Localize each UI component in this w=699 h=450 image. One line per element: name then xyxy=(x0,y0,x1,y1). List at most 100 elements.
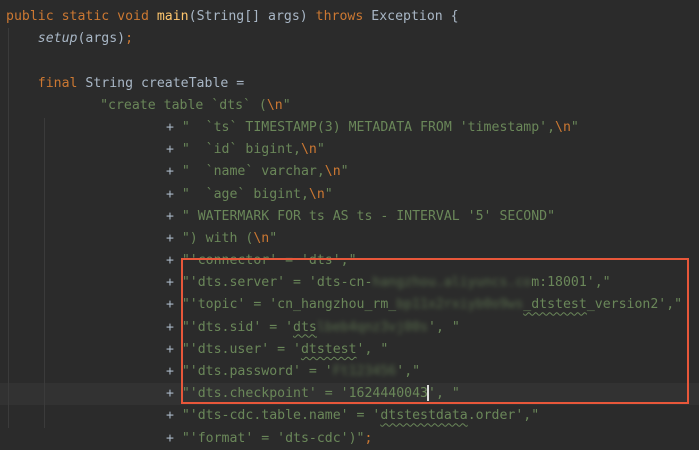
code-token: " xyxy=(316,142,325,158)
redacted-token: bp11x2rxiyb0o9ws xyxy=(396,297,524,313)
code-line[interactable]: + "'topic' = 'cn_hangzhou_rm_bp11x2rxiyb… xyxy=(0,294,699,316)
code-line[interactable]: + " `id` bigint,\n" xyxy=(0,139,699,161)
code-token: + xyxy=(165,430,182,446)
code-token: \n xyxy=(308,186,325,202)
code-token: main xyxy=(156,9,189,24)
code-token: "'connector' = 'dts'," xyxy=(181,253,357,269)
code-token: ', " xyxy=(428,319,460,335)
code-token: + xyxy=(165,142,182,158)
code-token: ; xyxy=(364,430,373,446)
code-token: final xyxy=(37,75,86,91)
code-line[interactable]: + ") with (\n" xyxy=(0,228,699,250)
indent-guide xyxy=(8,28,9,428)
code-token: " xyxy=(282,97,291,113)
code-token: _dtstest xyxy=(523,297,587,313)
code-token: " xyxy=(269,230,278,246)
code-line[interactable]: + "'dts.server' = 'dts-cn-hangzhou.aliyu… xyxy=(0,272,699,294)
code-token: (String[] args) xyxy=(188,9,316,24)
code-token: " xyxy=(340,164,349,180)
code-line[interactable]: + "'dts-cdc.table.name' = 'dtstestdata.o… xyxy=(0,405,699,427)
code-token: + xyxy=(165,341,182,357)
code-token: _version2'," xyxy=(586,297,683,313)
code-token: ', " xyxy=(428,386,460,402)
code-token: m:18001'," xyxy=(531,275,611,291)
code-token: + xyxy=(165,186,182,202)
code-line[interactable]: + "'dts.password' = 'Ft123456'," xyxy=(0,361,699,383)
code-token: ; xyxy=(125,31,134,47)
code-token: "'dts.sid' = ' xyxy=(181,319,294,335)
code-token: + xyxy=(165,253,182,269)
code-line[interactable]: public static void main(String[] args) t… xyxy=(0,6,699,28)
code-token: \n xyxy=(324,164,341,180)
code-token: + xyxy=(165,386,182,402)
code-token: + xyxy=(165,164,182,180)
redacted-token: hangzhou.aliyuncs.co xyxy=(372,275,532,291)
code-token: "'format' = 'dts-cdc')" xyxy=(181,430,365,446)
code-token: "create table `dts` ( xyxy=(100,97,267,113)
code-line[interactable]: + "'dts.sid' = 'dtslbeb4qnz3vj00s', " xyxy=(0,317,699,339)
code-token: " `name` varchar, xyxy=(181,164,325,180)
code-token: "'dts.checkpoint' = '1624440043 xyxy=(181,386,428,402)
code-token: dtstest xyxy=(300,341,357,357)
redacted-token: Ft123456 xyxy=(332,364,397,379)
code-token: + xyxy=(165,297,182,313)
code-token: "'dts.password' = ' xyxy=(181,364,333,379)
code-token: "'dts.user' = ' xyxy=(181,341,301,357)
code-token: setup xyxy=(37,31,78,47)
code-token: "'dts-cdc.table.name' = ' xyxy=(181,408,381,424)
code-line[interactable]: + " `name` varchar,\n" xyxy=(0,161,699,183)
code-token: \n xyxy=(253,230,270,246)
code-token: + xyxy=(165,319,182,335)
code-line[interactable]: + "'dts.checkpoint' = '1624440043', " xyxy=(0,383,699,406)
code-token: '," xyxy=(396,364,421,379)
code-token: \n xyxy=(555,119,571,135)
code-token: ") with ( xyxy=(181,230,254,246)
code-token: "'topic' = 'cn_hangzhou_rm_ xyxy=(181,297,397,313)
code-token: \n xyxy=(266,97,283,113)
indent-guide xyxy=(44,118,45,428)
code-line[interactable]: final String createTable = xyxy=(0,73,699,95)
code-token: " xyxy=(570,119,579,135)
code-line[interactable]: "create table `dts` (\n" xyxy=(0,95,699,117)
code-token: " `age` bigint, xyxy=(181,186,309,202)
code-line[interactable]: + "'connector' = 'dts'," xyxy=(0,250,699,272)
code-token: + xyxy=(165,119,182,135)
code-token: " WATERMARK FOR ts AS ts - INTERVAL '5' … xyxy=(181,208,556,224)
code-token: + xyxy=(165,208,182,224)
code-token: public static void xyxy=(6,9,157,24)
code-token: + xyxy=(165,364,182,379)
code-token: ', " xyxy=(356,341,389,357)
code-token: + xyxy=(165,275,182,291)
code-line[interactable]: + " `age` bigint,\n" xyxy=(0,184,699,206)
code-token: dtstestdata xyxy=(380,408,468,424)
code-line[interactable]: + "'format' = 'dts-cdc')"; xyxy=(0,428,699,450)
code-token: "'dts.server' = 'dts-cn- xyxy=(181,275,373,291)
code-token: throws xyxy=(315,9,372,24)
code-token: " `ts` TIMESTAMP(3) METADATA FROM 'times… xyxy=(181,119,556,135)
code-token: + xyxy=(165,230,182,246)
code-line[interactable]: + "'dts.user' = 'dtstest', " xyxy=(0,339,699,361)
code-editor[interactable]: public static void main(String[] args) t… xyxy=(0,6,699,450)
code-line[interactable]: + " `ts` TIMESTAMP(3) METADATA FROM 'tim… xyxy=(0,117,699,139)
code-token: " `id` bigint, xyxy=(181,142,301,158)
code-token: Exception { xyxy=(371,9,459,24)
code-line[interactable] xyxy=(0,50,699,72)
code-line[interactable]: setup(args); xyxy=(0,28,699,50)
redacted-token: lbeb4qnz3vj00s xyxy=(316,319,428,335)
code-token: + xyxy=(165,408,182,424)
code-token: dts xyxy=(293,319,317,335)
code-line[interactable]: + " WATERMARK FOR ts AS ts - INTERVAL '5… xyxy=(0,206,699,228)
